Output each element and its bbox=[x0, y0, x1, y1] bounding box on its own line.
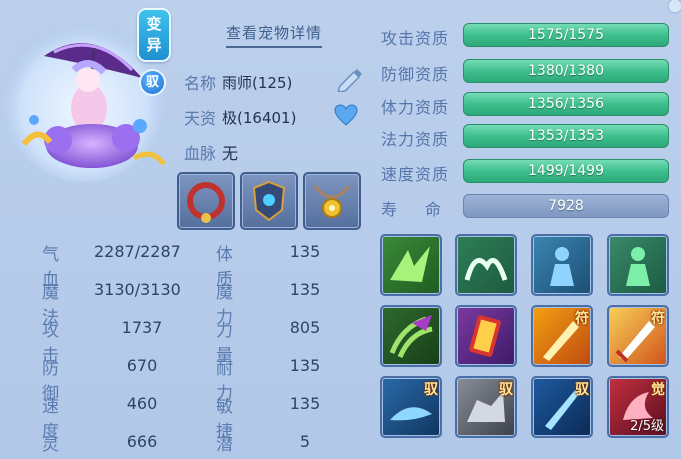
stamina-aptitude-bar: 1356/1356 bbox=[463, 92, 669, 116]
blue-figure-skill-icon bbox=[550, 247, 574, 286]
collar-icon bbox=[187, 182, 225, 223]
ride-badge: 驭 bbox=[424, 382, 438, 398]
magic-power-value: 135 bbox=[289, 280, 321, 299]
magic-aptitude-bar: 1353/1353 bbox=[463, 124, 669, 148]
speed-value: 460 bbox=[126, 394, 158, 413]
equip-slot-armor[interactable] bbox=[240, 172, 298, 230]
rename-pen-icon[interactable] bbox=[334, 66, 364, 92]
skill-level-text: 2/5级 bbox=[630, 419, 664, 434]
bloodline-label: 血脉 bbox=[184, 144, 217, 163]
skill-slot-5[interactable] bbox=[380, 305, 442, 367]
ride-tag: 驭 bbox=[139, 69, 166, 96]
awaken-badge: 觉 bbox=[651, 382, 665, 398]
wings-skill-icon bbox=[464, 257, 508, 281]
equip-slot-collar[interactable] bbox=[177, 172, 235, 230]
stats-table: 气血 2287/2287 体质 135 魔法 3130/3130 魔力 135 … bbox=[42, 240, 342, 455]
red-book-skill-icon bbox=[469, 315, 501, 357]
endurance-value: 135 bbox=[289, 356, 321, 375]
green-figure-skill-icon bbox=[626, 247, 650, 286]
ride-badge: 驭 bbox=[499, 382, 513, 398]
magic-aptitude-label: 法力资质 bbox=[381, 130, 450, 149]
green-strike-skill-icon bbox=[390, 246, 430, 282]
armor-icon bbox=[252, 180, 286, 222]
talisman-badge: 符 bbox=[575, 311, 589, 327]
view-pet-details-link[interactable]: 查看宠物详情 bbox=[226, 22, 323, 48]
speed-aptitude-bar: 1499/1499 bbox=[463, 159, 669, 183]
skill-slot-2[interactable] bbox=[455, 234, 517, 296]
skill-slot-4[interactable] bbox=[607, 234, 669, 296]
constitution-value: 135 bbox=[289, 242, 321, 261]
defense-aptitude-bar: 1380/1380 bbox=[463, 59, 669, 83]
name-value: 雨师(125) bbox=[222, 74, 293, 92]
skill-slot-3[interactable] bbox=[531, 234, 593, 296]
talent-label: 天资 bbox=[184, 109, 217, 128]
bloodline-value: 无 bbox=[222, 144, 239, 163]
skill-slot-1[interactable] bbox=[380, 234, 442, 296]
attack-aptitude-label: 攻击资质 bbox=[381, 29, 450, 48]
mutation-tag-text: 变异 bbox=[146, 15, 162, 54]
lifespan-label: 寿 命 bbox=[381, 200, 448, 219]
skill-slot-7[interactable]: 符 bbox=[531, 305, 593, 367]
potential-label: 潜力 bbox=[216, 435, 233, 455]
heart-icon[interactable] bbox=[334, 104, 358, 126]
lifespan-bar: 7928 bbox=[463, 194, 669, 218]
equip-slot-amulet[interactable] bbox=[303, 172, 361, 230]
skill-slot-11[interactable]: 驭 bbox=[531, 376, 593, 438]
talent-value: 极(16401) bbox=[222, 109, 297, 127]
spirit-value: 666 bbox=[126, 432, 158, 451]
skill-slot-12[interactable]: 觉 2/5级 bbox=[607, 376, 669, 438]
amulet-icon bbox=[313, 185, 351, 218]
stamina-aptitude-label: 体力资质 bbox=[381, 98, 450, 117]
mutation-tag: 变异 bbox=[137, 8, 171, 62]
potential-value: 5 bbox=[299, 432, 311, 451]
skill-slot-9[interactable]: 驭 bbox=[380, 376, 442, 438]
defense-value: 670 bbox=[126, 356, 158, 375]
strength-value: 805 bbox=[289, 318, 321, 337]
skill-slot-8[interactable]: 符 bbox=[607, 305, 669, 367]
skill-slot-6[interactable] bbox=[455, 305, 517, 367]
attack-value: 1737 bbox=[121, 318, 163, 337]
spirit-label: 灵力 bbox=[42, 435, 59, 455]
attack-aptitude-bar: 1575/1575 bbox=[463, 23, 669, 47]
corner-decoration-icon bbox=[667, 0, 681, 14]
speed-aptitude-label: 速度资质 bbox=[381, 165, 450, 184]
ride-badge: 驭 bbox=[575, 382, 589, 398]
hp-value: 2287/2287 bbox=[94, 242, 181, 261]
defense-aptitude-label: 防御资质 bbox=[381, 65, 450, 84]
claw-skill-icon bbox=[389, 315, 433, 359]
talisman-badge: 符 bbox=[651, 311, 665, 327]
mp-value: 3130/3130 bbox=[94, 280, 181, 299]
skill-slot-10[interactable]: 驭 bbox=[455, 376, 517, 438]
name-label: 名称 bbox=[184, 74, 217, 93]
agility-value: 135 bbox=[289, 394, 321, 413]
